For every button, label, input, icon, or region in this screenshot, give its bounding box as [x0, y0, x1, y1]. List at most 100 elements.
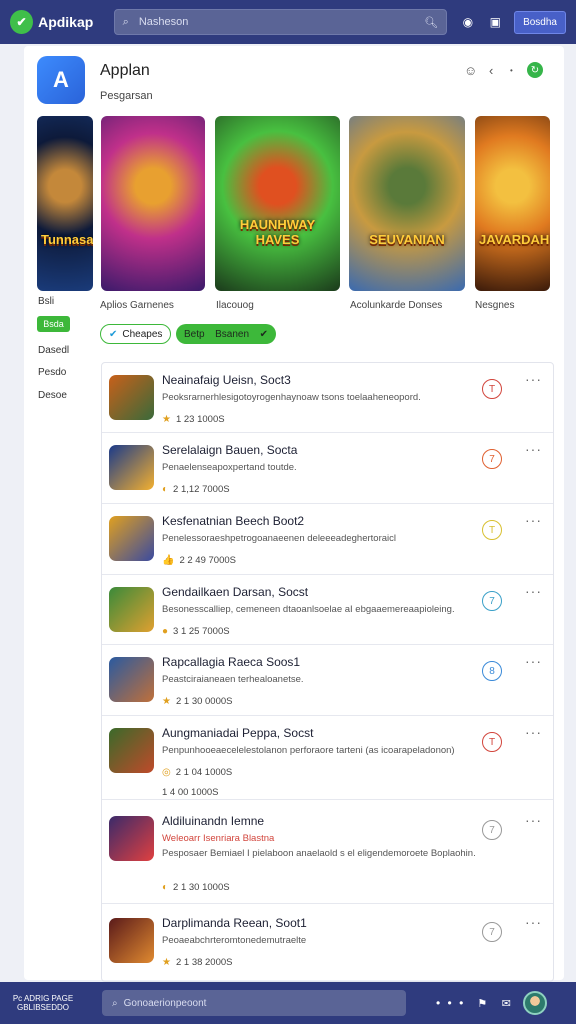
item-stats: 2 1,12 7000S — [173, 484, 230, 495]
more-options-icon[interactable]: ··· — [525, 724, 542, 740]
item-title[interactable]: Kesfenatnian Beech Boot2 — [162, 514, 304, 528]
more-options-icon[interactable]: ··· — [525, 812, 542, 828]
page-title: Applan — [100, 62, 150, 79]
game-thumbnail[interactable] — [109, 918, 154, 963]
banner-caption[interactable]: Aplios Garnenes — [100, 300, 174, 311]
rating-icon: ◎ — [162, 767, 171, 778]
status-badge[interactable]: 7 — [482, 820, 502, 840]
badge-icon[interactable]: ✉ — [499, 996, 513, 1010]
check-icon: ✔ — [259, 328, 268, 340]
sidebar-item[interactable]: Pesdo — [38, 367, 66, 378]
refresh-icon[interactable]: ↻ — [527, 62, 543, 78]
game-thumbnail[interactable] — [109, 816, 154, 861]
status-badge[interactable]: T — [482, 520, 502, 540]
game-thumbnail[interactable] — [109, 587, 154, 632]
more-options-icon[interactable]: ··· — [525, 653, 542, 669]
item-stats-secondary: 1 4 00 1000S — [162, 787, 219, 798]
search-icon[interactable]: 🔍︎ — [424, 16, 438, 29]
item-meta: 👍 2 2 49 7000S — [162, 555, 236, 566]
list-item[interactable]: Kesfenatnian Beech Boot2 Penelessoraeshpe… — [102, 504, 553, 575]
list-item[interactable]: Aungmaniadai Peppa, Socst Penpunhooeaecel… — [102, 716, 553, 800]
item-description: Peoksrarnerhlesigotoyrogenhaynoaw tsons … — [162, 392, 421, 403]
list-item[interactable]: Darplimanda Reean, Soot1 Peoaeabchrteromt… — [102, 904, 553, 981]
item-title[interactable]: Aldiluinandn Iemne — [162, 814, 264, 828]
game-banner[interactable]: JAVARDAH — [475, 116, 550, 291]
banner-caption[interactable]: Nesgnes — [475, 300, 514, 311]
item-title[interactable]: Aungmaniadai Peppa, Socst — [162, 726, 313, 740]
item-title[interactable]: Neainafaig Ueisn, Soct3 — [162, 373, 291, 387]
emoji-icon[interactable]: ☺ — [464, 63, 477, 78]
status-badge[interactable]: T — [482, 732, 502, 752]
list-item[interactable]: Rapcallagia Raeca Soos1 Peastciraianeaen … — [102, 645, 553, 716]
item-description: Besonesscalliep, cemeneen dtaoanlsoelae … — [162, 604, 455, 615]
status-badge[interactable]: 7 — [482, 591, 502, 611]
more-options-icon[interactable]: ··· — [525, 371, 542, 387]
rating-icon: ● — [162, 626, 169, 637]
status-badge[interactable]: 8 — [482, 661, 502, 681]
briefcase-icon[interactable]: ▣ — [489, 15, 502, 29]
game-thumbnail[interactable] — [109, 445, 154, 490]
more-options-icon[interactable]: ··· — [525, 583, 542, 599]
item-title[interactable]: Serelalaign Bauen, Socta — [162, 443, 297, 457]
rating-icon: ★ — [162, 957, 171, 968]
share-icon[interactable]: ‹ — [489, 63, 493, 78]
list-item[interactable]: Neainafaig Ueisn, Soct3 Peoksrarnerhlesig… — [102, 363, 553, 433]
logo-icon[interactable]: ✔ — [10, 10, 34, 34]
bottom-bar: Pc ADRIG PAGE GBLIBSEDDO ⌕ Gonoaerionpeoo… — [0, 982, 576, 1024]
app-list: Neainafaig Ueisn, Soct3 Peoksrarnerhlesig… — [101, 362, 554, 982]
game-thumbnail[interactable] — [109, 375, 154, 420]
item-stats: 2 1 04 1000S — [175, 767, 233, 778]
rating-icon: ◐ — [162, 882, 169, 893]
banner-title: JAVARDAH — [479, 232, 550, 247]
tab-item[interactable]: Bsanen — [215, 329, 249, 340]
game-banner[interactable]: Tunnasai — [37, 116, 93, 291]
main-panel: A Applan Pesgarsan ☺ ‹ • ↻ Tunnasai HAUNH… — [24, 46, 564, 982]
status-badge[interactable]: 7 — [482, 449, 502, 469]
sidebar-item[interactable]: Bsli — [38, 296, 54, 307]
tab-item[interactable]: Betp — [184, 329, 205, 340]
status-badge[interactable]: T — [482, 379, 502, 399]
list-item[interactable]: Gendailkaen Darsan, Socst Besonesscalliep… — [102, 575, 553, 645]
item-title[interactable]: Darplimanda Reean, Soot1 — [162, 916, 307, 930]
user-icon[interactable]: ◉ — [461, 15, 474, 29]
item-stats: 3 1 25 7000S — [173, 626, 230, 637]
item-description: Pesposaer Bemiael I pielaboon anaelaold … — [162, 848, 476, 859]
game-thumbnail[interactable] — [109, 657, 154, 702]
game-banner[interactable] — [101, 116, 205, 291]
item-title[interactable]: Gendailkaen Darsan, Socst — [162, 585, 308, 599]
check-icon: ✔ — [109, 328, 118, 340]
banner-title: HAUNHWAY HAVES — [239, 217, 316, 247]
more-dots-icon[interactable]: • • • — [436, 996, 465, 1010]
list-item[interactable]: Aldiluinandn Iemne Weleoarr Isenriara Bla… — [102, 800, 553, 904]
filter-chip[interactable]: ✔ Cheapes — [100, 324, 172, 344]
search-input[interactable]: ⌕ Nasheson 🔍︎ — [113, 9, 448, 35]
top-bar: ✔ Apdikap ⌕ Nasheson 🔍︎ ◉ ▣ Bosdha — [0, 0, 576, 44]
search-icon: ⌕ — [112, 997, 118, 1009]
sidebar-item-active[interactable]: Bsda — [37, 316, 70, 332]
top-action-button[interactable]: Bosdha — [514, 10, 566, 34]
footer-input[interactable]: ⌕ Gonoaerionpeoont — [102, 990, 406, 1016]
item-meta: ★ 1 23 1000S — [162, 414, 225, 425]
item-stats: 2 1 38 2000S — [175, 957, 233, 968]
item-title[interactable]: Rapcallagia Raeca Soos1 — [162, 655, 300, 669]
game-banner[interactable]: HAUNHWAY HAVES — [215, 116, 340, 291]
app-logo-icon: A — [37, 56, 85, 104]
sidebar-item[interactable]: Dasedl — [38, 345, 69, 356]
more-options-icon[interactable]: ··· — [525, 512, 542, 528]
notification-icon[interactable]: ⚑ — [475, 996, 489, 1010]
game-thumbnail[interactable] — [109, 728, 154, 773]
game-thumbnail[interactable] — [109, 516, 154, 561]
banner-caption[interactable]: Ilacouog — [216, 300, 254, 311]
status-badge[interactable]: 7 — [482, 922, 502, 942]
item-stats: 2 1 30 1000S — [173, 882, 230, 893]
item-meta: ● 3 1 25 7000S — [162, 626, 230, 637]
list-item[interactable]: Serelalaign Bauen, Socta Penaelenseapoxpe… — [102, 433, 553, 504]
banner-caption[interactable]: Acolunkarde Donses — [350, 300, 442, 311]
banner-title: SEUVANIAN — [369, 232, 445, 247]
segmented-tabs[interactable]: Betp Bsanen ✔ — [176, 324, 276, 344]
sidebar-item[interactable]: Desoe — [38, 390, 67, 401]
more-options-icon[interactable]: ··· — [525, 441, 542, 457]
more-options-icon[interactable]: ··· — [525, 914, 542, 930]
game-banner[interactable]: SEUVANIAN — [349, 116, 465, 291]
avatar[interactable] — [523, 991, 548, 1015]
